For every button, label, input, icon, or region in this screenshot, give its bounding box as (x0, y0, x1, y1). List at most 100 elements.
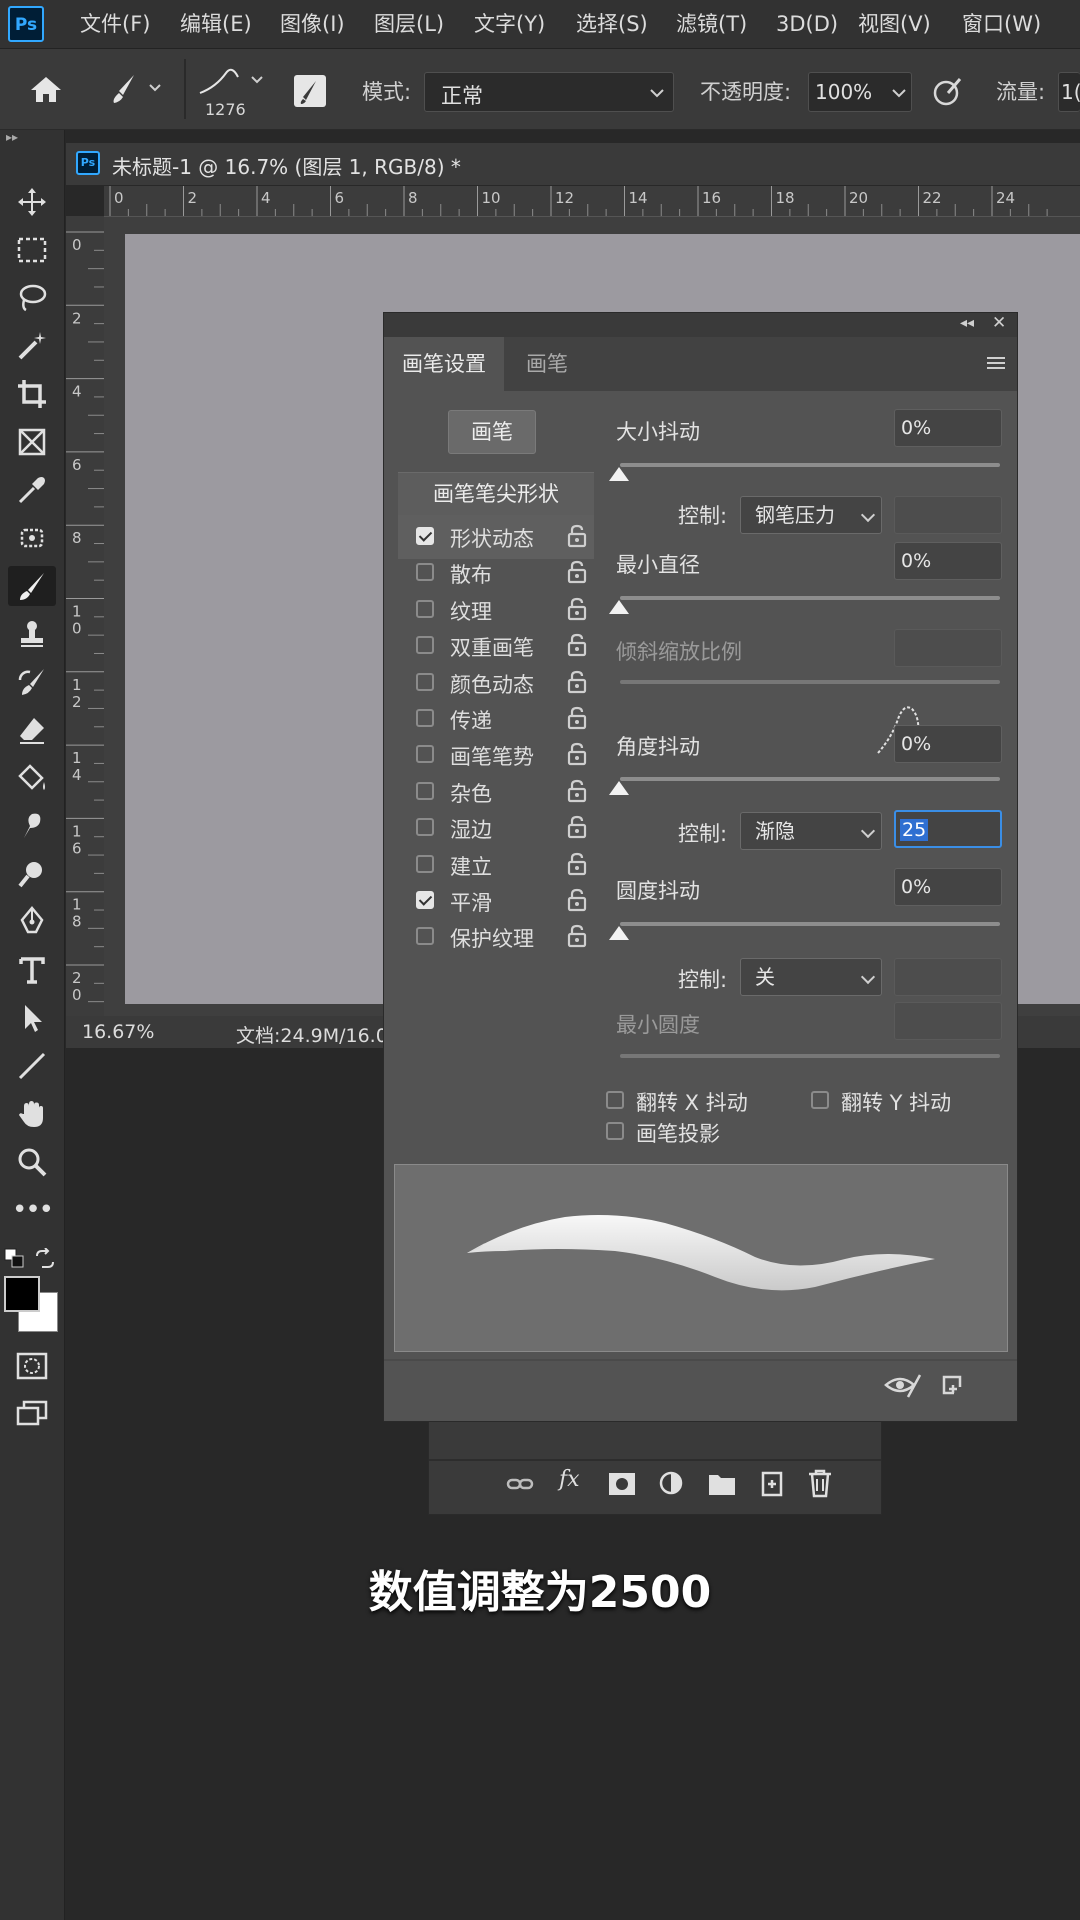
brush-option-checkbox[interactable] (416, 781, 434, 800)
brush-option-checkbox[interactable] (416, 854, 434, 873)
type-tool-icon[interactable] (8, 950, 56, 990)
screen-mode-icon[interactable] (8, 1394, 56, 1434)
collapse-panel-icon[interactable]: ◂◂ (960, 315, 974, 331)
brush-option-checkbox[interactable] (416, 636, 434, 655)
brush-option-checkbox[interactable] (416, 563, 434, 582)
foreground-color-swatch[interactable] (4, 1276, 40, 1312)
min-diameter-slider-thumb[interactable] (609, 600, 629, 614)
lock-icon[interactable] (566, 596, 588, 622)
roundness-jitter-slider[interactable] (620, 922, 1000, 926)
lock-icon[interactable] (566, 559, 588, 585)
pen-tool-icon[interactable] (8, 902, 56, 942)
smudge-tool-icon[interactable] (8, 806, 56, 846)
paint-bucket-tool-icon[interactable] (8, 758, 56, 798)
brush-presets-button[interactable]: 画笔 (448, 410, 536, 454)
more-tools-icon[interactable]: ••• (8, 1190, 56, 1230)
brush-option-checkbox[interactable] (416, 745, 434, 764)
size-jitter-input[interactable]: 0% (894, 409, 1002, 447)
mode-select[interactable]: 正常 (424, 72, 674, 112)
brush-option-checkbox[interactable] (416, 599, 434, 618)
link-layers-icon[interactable] (505, 1469, 535, 1499)
new-layer-icon[interactable] (757, 1469, 787, 1499)
menu-type[interactable]: 文字(Y) (474, 0, 545, 48)
lock-icon[interactable] (566, 778, 588, 804)
roundness-jitter-slider-thumb[interactable] (609, 926, 629, 940)
min-diameter-input[interactable]: 0% (894, 542, 1002, 580)
brush-tool-icon[interactable] (8, 566, 56, 606)
lock-icon[interactable] (566, 523, 588, 549)
brush-option-checkbox[interactable] (416, 709, 434, 727)
collapse-toolbar-icon[interactable]: ▸▸ (6, 130, 18, 144)
lock-icon[interactable] (566, 887, 588, 913)
brush-tip-shape-item[interactable]: 画笔笔尖形状 (398, 472, 594, 515)
add-mask-icon[interactable] (607, 1471, 637, 1497)
lock-icon[interactable] (566, 851, 588, 877)
zoom-level[interactable]: 16.67% (82, 1021, 154, 1043)
flow-input[interactable]: 1( (1058, 72, 1080, 112)
menu-3d[interactable]: 3D(D) (776, 0, 838, 48)
toggle-preview-eye-icon[interactable] (882, 1371, 922, 1401)
hand-tool-icon[interactable] (8, 1094, 56, 1134)
tab-brushes[interactable]: 画笔 (508, 337, 586, 391)
flip-x-checkbox[interactable] (606, 1091, 624, 1109)
brush-settings-toggle-icon[interactable] (294, 75, 326, 107)
control-angle-select[interactable]: 渐隐 (740, 812, 882, 850)
brush-option-checkbox[interactable] (416, 672, 434, 691)
menu-layer[interactable]: 图层(L) (374, 0, 444, 48)
menu-window[interactable]: 窗口(W) (962, 0, 1041, 48)
brush-projection-checkbox[interactable] (606, 1122, 624, 1140)
size-jitter-slider[interactable] (620, 463, 1000, 467)
tab-brush-settings[interactable]: 画笔设置 (384, 337, 504, 391)
menu-filter[interactable]: 滤镜(T) (676, 0, 747, 48)
delete-layer-trash-icon[interactable] (805, 1467, 835, 1499)
roundness-jitter-input[interactable]: 0% (894, 868, 1002, 906)
brush-tool-preset-icon[interactable] (106, 69, 162, 107)
panel-menu-icon[interactable] (986, 355, 1006, 371)
home-icon[interactable] (28, 73, 64, 105)
default-colors-icon[interactable] (4, 1248, 26, 1270)
control-roundness-select[interactable]: 关 (740, 958, 882, 996)
marquee-tool-icon[interactable] (8, 230, 56, 270)
frame-tool-icon[interactable] (8, 422, 56, 462)
brush-option-checkbox[interactable] (416, 818, 434, 837)
size-jitter-slider-thumb[interactable] (609, 467, 629, 481)
menu-view[interactable]: 视图(V) (858, 0, 931, 48)
angle-jitter-input[interactable]: 0% (894, 725, 1002, 763)
angle-jitter-slider[interactable] (620, 777, 1000, 781)
panel-header[interactable]: ◂◂ ✕ (384, 313, 1017, 337)
zoom-tool-icon[interactable] (8, 1142, 56, 1182)
history-brush-tool-icon[interactable] (8, 662, 56, 702)
brush-stroke-preview-icon[interactable] (196, 63, 270, 103)
lasso-tool-icon[interactable] (8, 278, 56, 318)
pressure-opacity-icon[interactable] (930, 73, 966, 109)
adjustment-layer-icon[interactable] (657, 1469, 687, 1499)
move-tool-icon[interactable] (8, 182, 56, 222)
lock-icon[interactable] (566, 632, 588, 658)
ruler-vertical[interactable]: 02468101214161820 (66, 216, 105, 1021)
lock-icon[interactable] (566, 923, 588, 949)
eraser-tool-icon[interactable] (8, 710, 56, 750)
eyedropper-tool-icon[interactable] (8, 470, 56, 510)
close-panel-icon[interactable]: ✕ (992, 313, 1006, 333)
lock-icon[interactable] (566, 669, 588, 695)
brush-option-item[interactable]: 保护纹理 (398, 915, 594, 959)
path-selection-tool-icon[interactable] (8, 998, 56, 1038)
lock-icon[interactable] (566, 705, 588, 731)
new-group-folder-icon[interactable] (707, 1471, 737, 1497)
document-info[interactable]: 文档:24.9M/16.0 (236, 1021, 388, 1048)
magic-wand-tool-icon[interactable] (8, 326, 56, 366)
control-size-select[interactable]: 钢笔压力 (740, 496, 882, 534)
create-new-brush-icon[interactable] (940, 1373, 966, 1399)
ruler-horizontal[interactable]: 0 2 4 6 8 10 12 14 16 18 20 22 24 (104, 186, 1080, 217)
clone-stamp-tool-icon[interactable] (8, 614, 56, 654)
angle-jitter-slider-thumb[interactable] (609, 781, 629, 795)
lock-icon[interactable] (566, 814, 588, 840)
swap-colors-icon[interactable] (34, 1247, 56, 1270)
dodge-tool-icon[interactable] (8, 854, 56, 894)
menu-edit[interactable]: 编辑(E) (180, 0, 252, 48)
brush-option-checkbox[interactable] (416, 527, 434, 545)
menu-select[interactable]: 选择(S) (576, 0, 648, 48)
healing-brush-tool-icon[interactable] (8, 518, 56, 558)
fade-steps-input[interactable]: 25 (894, 810, 1002, 848)
opacity-input[interactable]: 100% (808, 72, 912, 112)
